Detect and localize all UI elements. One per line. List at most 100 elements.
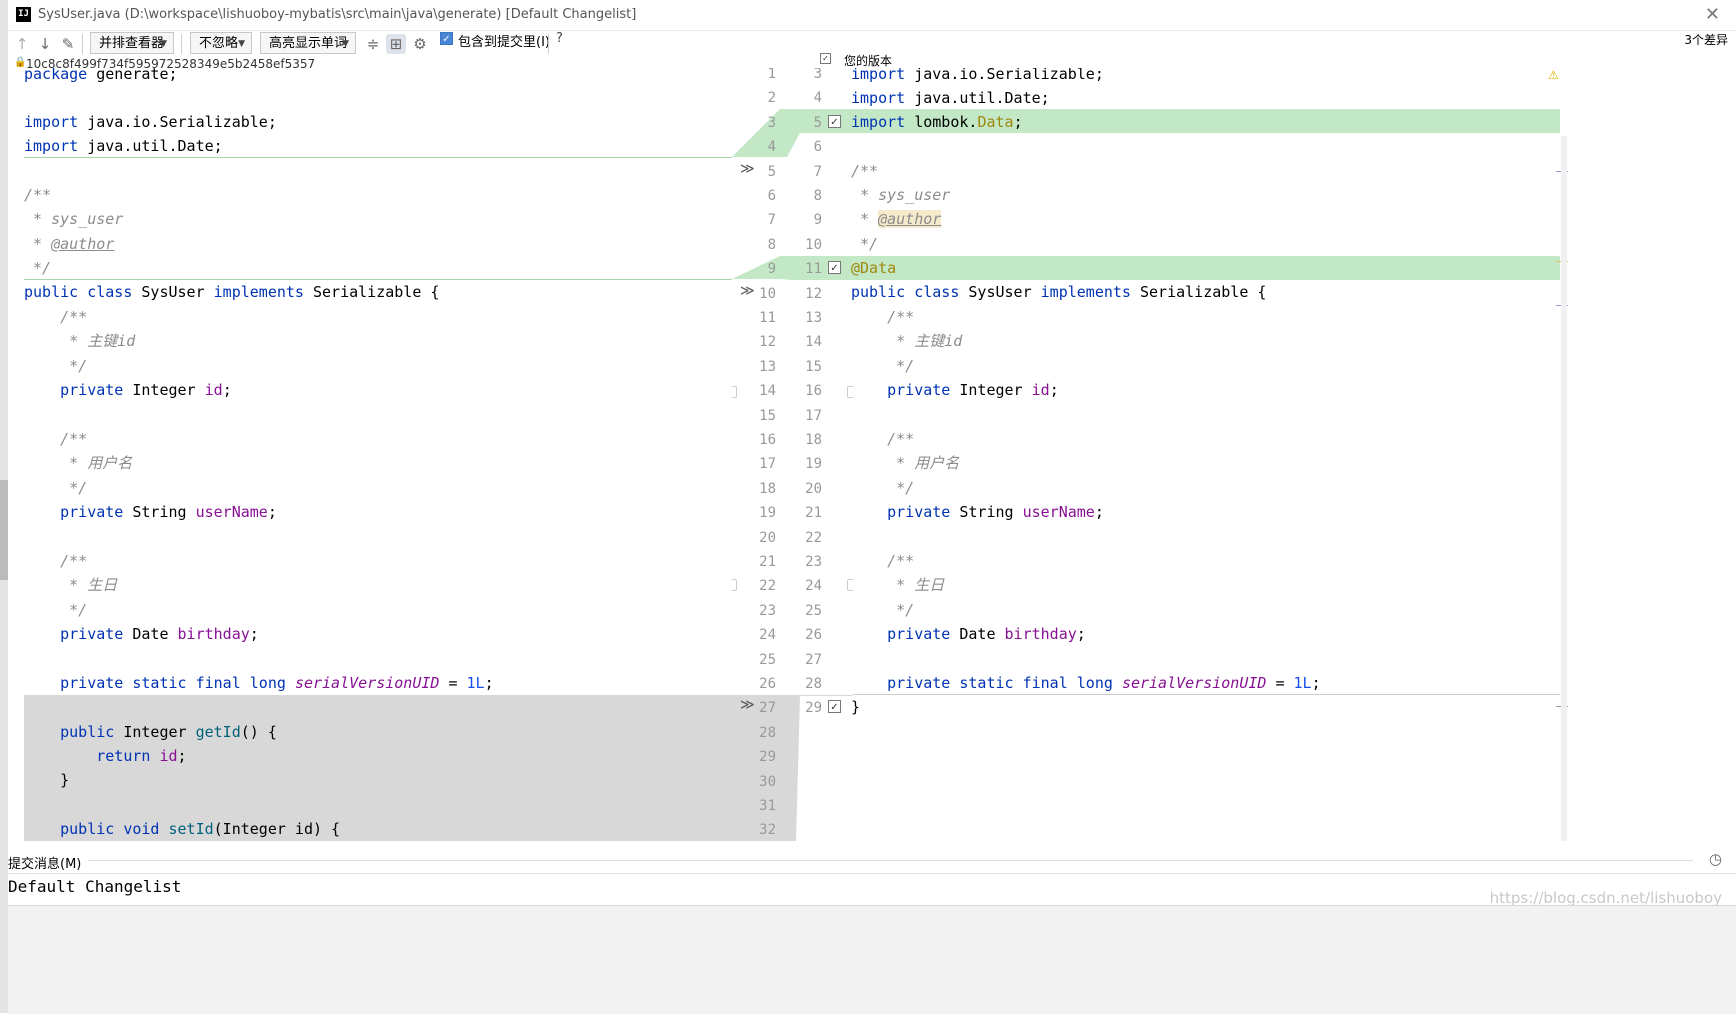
right-line-number: 4 [813, 90, 822, 107]
right-line-number: 17 [805, 407, 822, 424]
vertical-scrollbar[interactable] [1561, 136, 1567, 841]
code-line: import java.io.Serializable; [24, 113, 277, 131]
sync-scroll-icon[interactable]: ⊞ [386, 34, 406, 54]
ignore-label: 不忽略 [199, 36, 239, 51]
next-diff-icon[interactable]: ↓ [35, 34, 55, 54]
code-line: /** [24, 430, 88, 448]
collapse-unchanged-icon[interactable]: ≑ [363, 34, 383, 54]
viewer-label: 并排查看器 [99, 36, 165, 51]
intellij-icon: IJ [16, 7, 31, 22]
code-line: * @author [851, 210, 942, 228]
fold-marker-icon[interactable] [732, 386, 737, 398]
viewer-dropdown[interactable]: 并排查看器 ▼ [90, 32, 174, 54]
code-line: /** [851, 308, 915, 326]
left-line-number: 15 [759, 407, 776, 424]
edit-source-icon[interactable]: ✎ [58, 34, 78, 54]
code-line: */ [24, 357, 88, 375]
code-line: public class SysUser implements Serializ… [24, 283, 440, 301]
left-line-number: 13 [759, 358, 776, 375]
warning-icon[interactable]: ⚠ [1548, 68, 1559, 82]
code-line: private static final long serialVersionU… [60, 674, 494, 692]
right-line-number: 29 [805, 700, 822, 717]
left-line-number: 30 [759, 773, 776, 790]
chevron-down-icon: ▼ [238, 39, 245, 49]
yours-checkbox[interactable]: ✓ [820, 53, 831, 64]
code-line: */ [24, 259, 52, 277]
bottom-panel [8, 905, 1736, 1014]
left-line-number: 21 [759, 554, 776, 570]
left-line-number: 32 [759, 822, 776, 839]
code-line: import lombok.Data; [851, 113, 1023, 131]
include-change-checkbox[interactable]: ✓ [828, 115, 841, 128]
window-title: SysUser.java (D:\workspace\lishuoboy-myb… [38, 7, 637, 22]
code-line: return id; [96, 747, 187, 765]
right-line-number: 7 [813, 163, 822, 180]
left-line-number: 19 [759, 505, 776, 522]
diff-count: 3个差异 [1684, 33, 1728, 47]
code-line: import java.io.Serializable; [851, 68, 1104, 83]
divider [88, 860, 1693, 861]
ignore-dropdown[interactable]: 不忽略 ▼ [190, 32, 252, 54]
line-number-gutter: ≫ ≫ ≫ ✓ ✓ ✓ 1 2 3 4 5 6 7 8 9 10 11 12 13 14 15 16 17 18 1… [732, 68, 853, 841]
close-icon[interactable]: ✕ [1705, 4, 1720, 25]
left-line-number: 22 [759, 578, 776, 595]
code-line: * 用户名 [24, 454, 133, 472]
commit-message-field[interactable] [8, 873, 1736, 906]
left-line-number: 17 [759, 456, 776, 473]
code-line: */ [24, 479, 88, 497]
right-code-pane[interactable]: import java.io.Serializable; import java… [851, 68, 1556, 841]
include-checkbox[interactable]: ✓ [440, 32, 453, 45]
right-line-number: 25 [805, 602, 822, 619]
left-line-number: 8 [767, 236, 776, 253]
commit-message-label: 提交消息(M) [8, 857, 82, 872]
code-line: /** [24, 186, 52, 204]
history-icon[interactable]: ◷ [1709, 850, 1722, 868]
left-line-number: 6 [767, 188, 776, 204]
diff-window: IJ SysUser.java (D:\workspace\lishuoboy-… [8, 0, 1736, 1014]
left-code-pane[interactable]: package generate; import java.io.Seriali… [24, 68, 732, 841]
left-line-number: 9 [767, 261, 776, 278]
help-icon[interactable]: ? [556, 31, 563, 46]
left-line-number: 3 [767, 114, 776, 131]
left-edge-strip [0, 0, 8, 1013]
left-line-number: 25 [759, 651, 776, 668]
highlight-label: 高亮显示单词 [269, 36, 348, 51]
right-line-number: 18 [805, 432, 822, 448]
scroll-thumb[interactable] [0, 480, 8, 580]
right-line-number: 10 [805, 236, 822, 253]
right-line-number: 14 [805, 334, 822, 351]
yours-version-label: 您的版本 [844, 54, 893, 68]
right-line-number: 22 [805, 529, 822, 546]
code-line: * @author [24, 235, 115, 253]
left-line-number: 16 [759, 432, 776, 448]
gear-icon[interactable]: ⚙ [410, 34, 430, 54]
code-line: /** [851, 430, 915, 448]
code-line: * sys_user [851, 186, 951, 204]
left-line-number: 20 [759, 529, 776, 546]
chevron-down-icon: ▼ [342, 39, 349, 49]
highlight-dropdown[interactable]: 高亮显示单词 ▼ [260, 32, 356, 54]
code-line: /** [24, 552, 88, 570]
left-line-number: 5 [767, 163, 776, 180]
right-line-number: 12 [805, 285, 822, 302]
code-line: } [24, 771, 70, 789]
code-line: /** [851, 162, 879, 180]
code-line: import java.util.Date; [851, 89, 1050, 107]
left-line-number: 4 [767, 139, 776, 156]
right-line-number: 21 [805, 505, 822, 522]
left-line-number: 2 [767, 90, 776, 107]
left-line-number: 28 [759, 724, 776, 741]
code-line: * 生日 [851, 576, 945, 594]
left-line-number: 29 [759, 749, 776, 766]
right-line-number: 16 [805, 383, 822, 400]
commit-message-text[interactable]: Default Changelist [8, 877, 181, 896]
right-line-number: 8 [813, 188, 822, 204]
fold-marker-icon[interactable] [732, 579, 737, 591]
include-change-checkbox[interactable]: ✓ [828, 700, 841, 713]
left-line-number: 24 [759, 627, 776, 644]
code-line: /** [24, 308, 88, 326]
right-line-number: 6 [813, 139, 822, 156]
include-change-checkbox[interactable]: ✓ [828, 261, 841, 274]
previous-diff-icon[interactable]: ↑ [12, 34, 32, 54]
code-line: public Integer getId() { [60, 723, 277, 741]
